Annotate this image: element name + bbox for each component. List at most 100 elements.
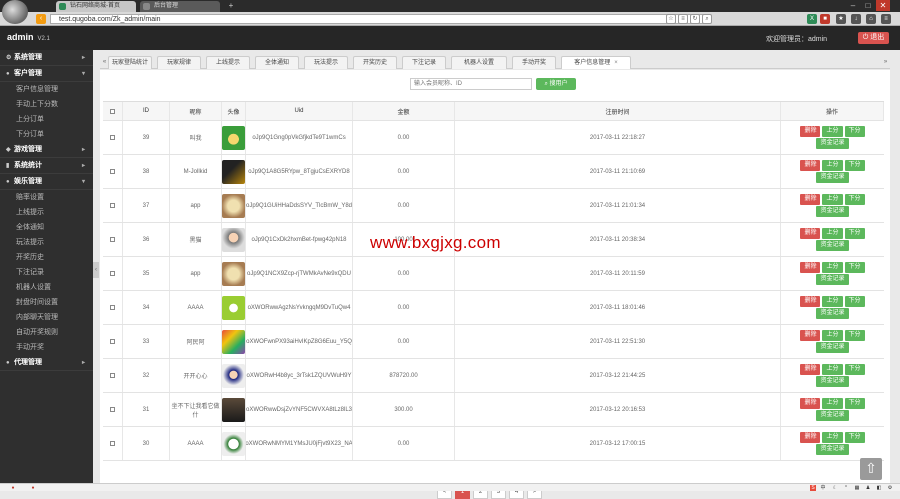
search-button[interactable]: ⌕ 搜用户 xyxy=(536,78,576,90)
select-all-checkbox[interactable] xyxy=(110,108,115,114)
content-tab[interactable]: 玩家登陆统计 xyxy=(108,56,152,69)
delete-button[interactable]: 删除 xyxy=(800,160,821,171)
search-input[interactable] xyxy=(410,78,532,90)
content-tab[interactable]: 全体通知 xyxy=(255,56,299,69)
fund-record-button[interactable]: 资金记录 xyxy=(816,376,849,387)
sidebar-item[interactable]: 上分订单 xyxy=(0,112,93,127)
delete-button[interactable]: 删除 xyxy=(800,126,821,137)
subtract-score-button[interactable]: 下分 xyxy=(844,194,865,205)
subtract-score-button[interactable]: 下分 xyxy=(844,364,865,375)
delete-button[interactable]: 删除 xyxy=(800,262,821,273)
fund-record-button[interactable]: 资金记录 xyxy=(816,206,849,217)
refresh-icon[interactable]: ↻ xyxy=(690,14,700,24)
browser-tab-admin[interactable]: 后台管理 xyxy=(140,1,220,12)
subtract-score-button[interactable]: 下分 xyxy=(844,160,865,171)
moon-icon[interactable]: ☾ xyxy=(832,485,838,491)
sidebar-item[interactable]: 客户信息管理 xyxy=(0,82,93,97)
add-score-button[interactable]: 上分 xyxy=(822,364,843,375)
logout-button[interactable]: ⏻ 退出 xyxy=(858,32,889,44)
content-tab[interactable]: 玩家规律 xyxy=(157,56,201,69)
content-tab[interactable]: 机器人设置 xyxy=(451,56,507,69)
delete-button[interactable]: 删除 xyxy=(800,398,821,409)
subtract-score-button[interactable]: 下分 xyxy=(844,126,865,137)
subtract-score-button[interactable]: 下分 xyxy=(844,296,865,307)
fund-record-button[interactable]: 资金记录 xyxy=(816,410,849,421)
browser-tab-shop[interactable]: 钻石网络商城-首页 xyxy=(56,1,136,12)
content-tab[interactable]: 上线提示 xyxy=(206,56,250,69)
close-tab-icon[interactable]: × xyxy=(614,60,618,66)
sidebar-item[interactable]: 手动上下分数 xyxy=(0,97,93,112)
row-checkbox[interactable] xyxy=(110,407,115,412)
ime-lang-icon[interactable]: 中 xyxy=(820,485,826,491)
add-score-button[interactable]: 上分 xyxy=(822,126,843,137)
sidebar-item[interactable]: 自动开奖规则 xyxy=(0,325,93,340)
row-checkbox[interactable] xyxy=(110,203,115,208)
sidebar-item[interactable]: 玩法提示 xyxy=(0,235,93,250)
delete-button[interactable]: 删除 xyxy=(800,194,821,205)
collapse-sidebar-icon[interactable]: ‹ xyxy=(93,262,99,278)
content-tab[interactable]: 玩法提示 xyxy=(304,56,348,69)
close-window-icon[interactable]: ✕ xyxy=(876,0,890,11)
maximize-icon[interactable]: □ xyxy=(861,0,875,11)
subtract-score-button[interactable]: 下分 xyxy=(844,330,865,341)
fund-record-button[interactable]: 资金记录 xyxy=(816,274,849,285)
content-tab[interactable]: 客户信息管理 × xyxy=(561,56,631,69)
delete-button[interactable]: 删除 xyxy=(800,432,821,443)
sidebar-section[interactable]: ⚙ 系统管理 ▸ xyxy=(0,50,93,66)
fund-record-button[interactable]: 资金记录 xyxy=(816,172,849,183)
extension-x-icon[interactable]: X xyxy=(807,14,817,24)
bookmark-icon[interactable]: ☆ xyxy=(666,14,676,24)
sidebar-item[interactable]: 全体通知 xyxy=(0,220,93,235)
sidebar-item[interactable]: 下分订单 xyxy=(0,127,93,142)
delete-button[interactable]: 删除 xyxy=(800,228,821,239)
settings-icon[interactable]: ⚙ xyxy=(887,485,893,491)
row-checkbox[interactable] xyxy=(110,441,115,446)
ime-icon[interactable]: S xyxy=(810,485,816,491)
sidebar-section[interactable]: ● 客户管理 ▾ xyxy=(0,66,93,82)
add-score-button[interactable]: 上分 xyxy=(822,330,843,341)
sidebar-section[interactable]: ▮ 系统统计 ▸ xyxy=(0,158,93,174)
delete-button[interactable]: 删除 xyxy=(800,330,821,341)
tabs-scroll-right-icon[interactable]: » xyxy=(881,56,890,69)
sidebar-section[interactable]: ◆ 游戏管理 ▸ xyxy=(0,142,93,158)
back-icon[interactable]: ‹ xyxy=(36,14,46,24)
add-score-button[interactable]: 上分 xyxy=(822,296,843,307)
fund-record-button[interactable]: 资金记录 xyxy=(816,240,849,251)
punct-icon[interactable]: ° xyxy=(843,485,849,491)
sidebar-item[interactable]: 内部聊天管理 xyxy=(0,310,93,325)
row-checkbox[interactable] xyxy=(110,305,115,310)
menu-icon[interactable]: ≡ xyxy=(881,14,891,24)
delete-button[interactable]: 删除 xyxy=(800,364,821,375)
star-icon[interactable]: ★ xyxy=(836,14,846,24)
scroll-top-icon[interactable]: ⇧ xyxy=(860,458,882,480)
row-checkbox[interactable] xyxy=(110,339,115,344)
delete-button[interactable]: 删除 xyxy=(800,296,821,307)
row-checkbox[interactable] xyxy=(110,373,115,378)
content-tab[interactable]: 手动开奖 xyxy=(512,56,556,69)
reader-icon[interactable]: ≡ xyxy=(678,14,688,24)
extension-red-icon[interactable]: ■ xyxy=(820,14,830,24)
download-icon[interactable]: ↓ xyxy=(851,14,861,24)
fund-record-button[interactable]: 资金记录 xyxy=(816,308,849,319)
sidebar-item[interactable]: 上线提示 xyxy=(0,205,93,220)
new-tab-button[interactable]: + xyxy=(224,0,238,11)
fund-record-button[interactable]: 资金记录 xyxy=(816,444,849,455)
row-checkbox[interactable] xyxy=(110,271,115,276)
row-checkbox[interactable] xyxy=(110,135,115,140)
sidebar-item[interactable]: 赔率设置 xyxy=(0,190,93,205)
sidebar-item[interactable]: 下注记录 xyxy=(0,265,93,280)
content-tab[interactable]: 下注记录 xyxy=(402,56,446,69)
subtract-score-button[interactable]: 下分 xyxy=(844,262,865,273)
add-score-button[interactable]: 上分 xyxy=(822,228,843,239)
sidebar-item[interactable]: 封盘时间设置 xyxy=(0,295,93,310)
search-icon[interactable]: ⌕ xyxy=(702,14,712,24)
sidebar-section[interactable]: ● 代理管理 ▸ xyxy=(0,355,93,371)
sidebar-section[interactable]: ● 娱乐管理 ▾ xyxy=(0,174,93,190)
add-score-button[interactable]: 上分 xyxy=(822,160,843,171)
sidebar-item[interactable]: 开奖历史 xyxy=(0,250,93,265)
row-checkbox[interactable] xyxy=(110,237,115,242)
subtract-score-button[interactable]: 下分 xyxy=(844,398,865,409)
fund-record-button[interactable]: 资金记录 xyxy=(816,342,849,353)
home-icon[interactable]: ⌂ xyxy=(866,14,876,24)
fund-record-button[interactable]: 资金记录 xyxy=(816,138,849,149)
